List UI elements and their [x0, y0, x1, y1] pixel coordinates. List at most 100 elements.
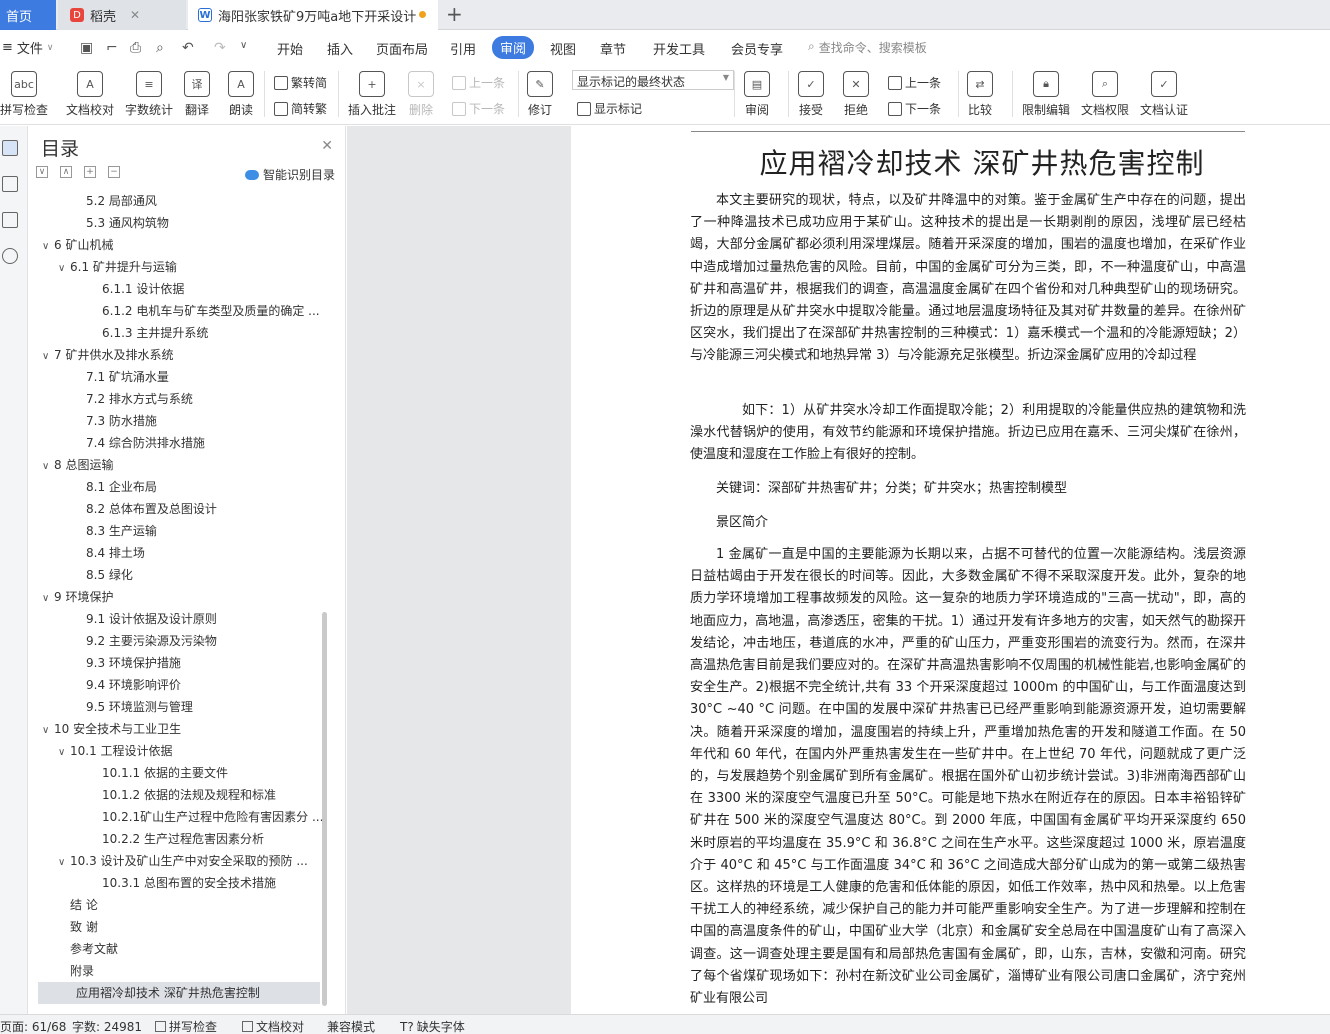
- toc-item[interactable]: 8.1 企业布局: [74, 476, 328, 498]
- collapse-all-icon[interactable]: ∨: [36, 166, 48, 178]
- compat-mode[interactable]: 兼容模式: [327, 1018, 375, 1034]
- toc-item[interactable]: 9.1 设计依据及设计原则: [74, 608, 328, 630]
- toc-item[interactable]: 9.3 环境保护措施: [74, 652, 328, 674]
- toc-item[interactable]: ∨ 6.1 矿井提升与运输: [58, 256, 328, 278]
- toc-item[interactable]: 5.3 通风构筑物: [74, 212, 328, 234]
- format-painter-icon[interactable]: ⌐: [106, 40, 118, 56]
- insert-comment-button[interactable]: + 插入批注: [348, 71, 396, 118]
- tab-document[interactable]: W 海阳张家铁矿9万吨a地下开采设计: [188, 0, 438, 30]
- prev-comment-button[interactable]: 上一条: [452, 74, 505, 91]
- chevron-down-icon[interactable]: ∨: [42, 346, 54, 366]
- chevron-down-icon[interactable]: ∨: [42, 456, 54, 476]
- toc-item[interactable]: 10.2.2 生产过程危害因素分析: [90, 828, 328, 850]
- accept-button[interactable]: ✓ 接受: [798, 71, 824, 118]
- word-count-button[interactable]: ≡ 字数统计: [125, 71, 173, 118]
- paragraph-process[interactable]: 如下：1）从矿井突水冷却工作面提取冷能；2）利用提取的冷能量供应热的建筑物和洗澡…: [690, 400, 1246, 467]
- menu-insert[interactable]: 插入: [327, 39, 353, 58]
- remove-heading-icon[interactable]: −: [108, 166, 120, 178]
- prev-change-button[interactable]: 上一条: [888, 74, 941, 91]
- toc-item[interactable]: 7.2 排水方式与系统: [74, 388, 328, 410]
- nav-pane-icon[interactable]: [2, 176, 18, 192]
- toc-item[interactable]: 10.2.1矿山生产过程中危险有害因素分 ...: [90, 806, 328, 828]
- toc-item[interactable]: ∨ 10.3 设计及矿山生产中对安全采取的预防 ...: [58, 850, 328, 872]
- next-comment-button[interactable]: 下一条: [452, 100, 505, 117]
- doc-certify-button[interactable]: ✓ 文档认证: [1140, 71, 1188, 118]
- print-preview-icon[interactable]: ⌕: [156, 40, 164, 56]
- compare-button[interactable]: ⇄ 比较: [967, 71, 993, 118]
- toc-item[interactable]: ∨ 10 安全技术与工业卫生: [42, 718, 328, 740]
- close-icon[interactable]: ✕: [130, 8, 140, 22]
- undo-icon[interactable]: ↶: [182, 40, 194, 56]
- trad-to-simp-button[interactable]: 繁转简: [274, 74, 327, 91]
- simp-to-trad-button[interactable]: 简转繁: [274, 100, 327, 117]
- delete-comment-button[interactable]: × 删除: [408, 71, 434, 118]
- proofread-status[interactable]: 文档校对: [242, 1018, 304, 1034]
- menu-start[interactable]: 开始: [277, 39, 303, 58]
- chevron-down-icon[interactable]: ∨: [58, 258, 70, 278]
- toc-item[interactable]: 结 论: [58, 894, 328, 916]
- chevron-down-icon[interactable]: ∨: [58, 852, 70, 872]
- toc-item[interactable]: 8.2 总体布置及总图设计: [74, 498, 328, 520]
- chevron-down-icon[interactable]: ∨: [42, 720, 54, 740]
- toc-item[interactable]: 6.1.2 电机车与矿车类型及质量的确定 ...: [90, 300, 328, 322]
- menu-reference[interactable]: 引用: [450, 39, 476, 58]
- doc-permission-button[interactable]: ⌕ 文档权限: [1081, 71, 1129, 118]
- spell-check-status[interactable]: 拼写检查: [155, 1018, 217, 1034]
- toc-item[interactable]: 8.5 绿化: [74, 564, 328, 586]
- smart-toc-button[interactable]: 智能识别目录: [244, 166, 335, 183]
- bookmark-icon[interactable]: [2, 212, 18, 228]
- toc-item[interactable]: 10.1.2 依据的法规及规程和标准: [90, 784, 328, 806]
- toc-item[interactable]: 9.4 环境影响评价: [74, 674, 328, 696]
- toc-item[interactable]: ∨ 6 矿山机械: [42, 234, 328, 256]
- close-icon[interactable]: ✕: [321, 138, 333, 154]
- spell-check-button[interactable]: abc 拼写检查: [0, 71, 48, 118]
- expand-all-icon[interactable]: ∧: [60, 166, 72, 178]
- missing-font-status[interactable]: T? 缺失字体: [400, 1018, 465, 1034]
- chevron-down-icon[interactable]: ∨: [42, 588, 54, 608]
- toc-item[interactable]: 应用褶冷却技术 深矿井热危害控制: [38, 982, 320, 1004]
- word-count[interactable]: 字数: 24981: [72, 1018, 142, 1034]
- toc-item[interactable]: 9.5 环境监测与管理: [74, 696, 328, 718]
- translate-button[interactable]: 译 翻译: [184, 71, 210, 118]
- toc-item[interactable]: 参考文献: [58, 938, 328, 960]
- menu-review[interactable]: 审阅: [492, 36, 535, 59]
- paragraph-body[interactable]: 1 金属矿一直是中国的主要能源为长期以来，占据不可替代的位置一次能源结构。浅层资…: [690, 544, 1246, 1010]
- tab-daoke[interactable]: D 稻壳 ✕: [58, 0, 186, 30]
- menu-chapter[interactable]: 章节: [600, 39, 626, 58]
- toc-item[interactable]: 致 谢: [58, 916, 328, 938]
- track-changes-button[interactable]: ✎ 修订: [527, 71, 553, 118]
- page-count[interactable]: 页面: 61/68: [0, 1018, 66, 1034]
- toc-item[interactable]: 7.1 矿坑涌水量: [74, 366, 328, 388]
- toc-item[interactable]: ∨ 10.1 工程设计依据: [58, 740, 328, 762]
- proofread-button[interactable]: A 文档校对: [66, 71, 114, 118]
- menu-view[interactable]: 视图: [550, 39, 576, 58]
- toc-item[interactable]: 6.1.1 设计依据: [90, 278, 328, 300]
- markup-state-select[interactable]: 显示标记的最终状态 ▼: [572, 70, 734, 90]
- menu-member[interactable]: 会员专享: [731, 39, 783, 58]
- reject-button[interactable]: ✕ 拒绝: [843, 71, 869, 118]
- restrict-edit-button[interactable]: 🔒︎ 限制编辑: [1022, 71, 1070, 118]
- toc-item[interactable]: ∨ 9 环境保护: [42, 586, 328, 608]
- search-icon[interactable]: [2, 248, 18, 264]
- read-aloud-button[interactable]: A 朗读: [228, 71, 254, 118]
- toc-item[interactable]: ∨ 8 总图运输: [42, 454, 328, 476]
- toc-item[interactable]: ∨ 7 矿井供水及排水系统: [42, 344, 328, 366]
- paragraph-abstract[interactable]: 本文主要研究的现状，特点，以及矿井降温中的对策。鉴于金属矿生产中存在的问题，提出…: [690, 190, 1246, 368]
- tab-home[interactable]: 首页: [0, 0, 56, 30]
- toc-item[interactable]: 7.4 综合防洪排水措施: [74, 432, 328, 454]
- add-heading-icon[interactable]: +: [84, 166, 96, 178]
- chevron-down-icon[interactable]: ∨: [42, 236, 54, 256]
- toc-item[interactable]: 10.1.1 依据的主要文件: [90, 762, 328, 784]
- print-icon[interactable]: ⎙: [130, 40, 141, 56]
- toc-item[interactable]: 10.3.1 总图布置的安全技术措施: [90, 872, 328, 894]
- show-markup-button[interactable]: 显示标记: [577, 100, 642, 117]
- toc-panel-icon[interactable]: [2, 140, 18, 156]
- section-heading[interactable]: 景区简介: [690, 512, 1246, 534]
- toc-item[interactable]: 5.2 局部通风: [74, 190, 328, 212]
- next-change-button[interactable]: 下一条: [888, 100, 941, 117]
- menu-devtools[interactable]: 开发工具: [653, 39, 705, 58]
- toc-item[interactable]: 7.3 防水措施: [74, 410, 328, 432]
- new-tab-icon[interactable]: +: [446, 2, 463, 26]
- document-title[interactable]: 应用褶冷却技术 深矿井热危害控制: [690, 142, 1274, 182]
- toc-item[interactable]: 6.1.3 主井提升系统: [90, 322, 328, 344]
